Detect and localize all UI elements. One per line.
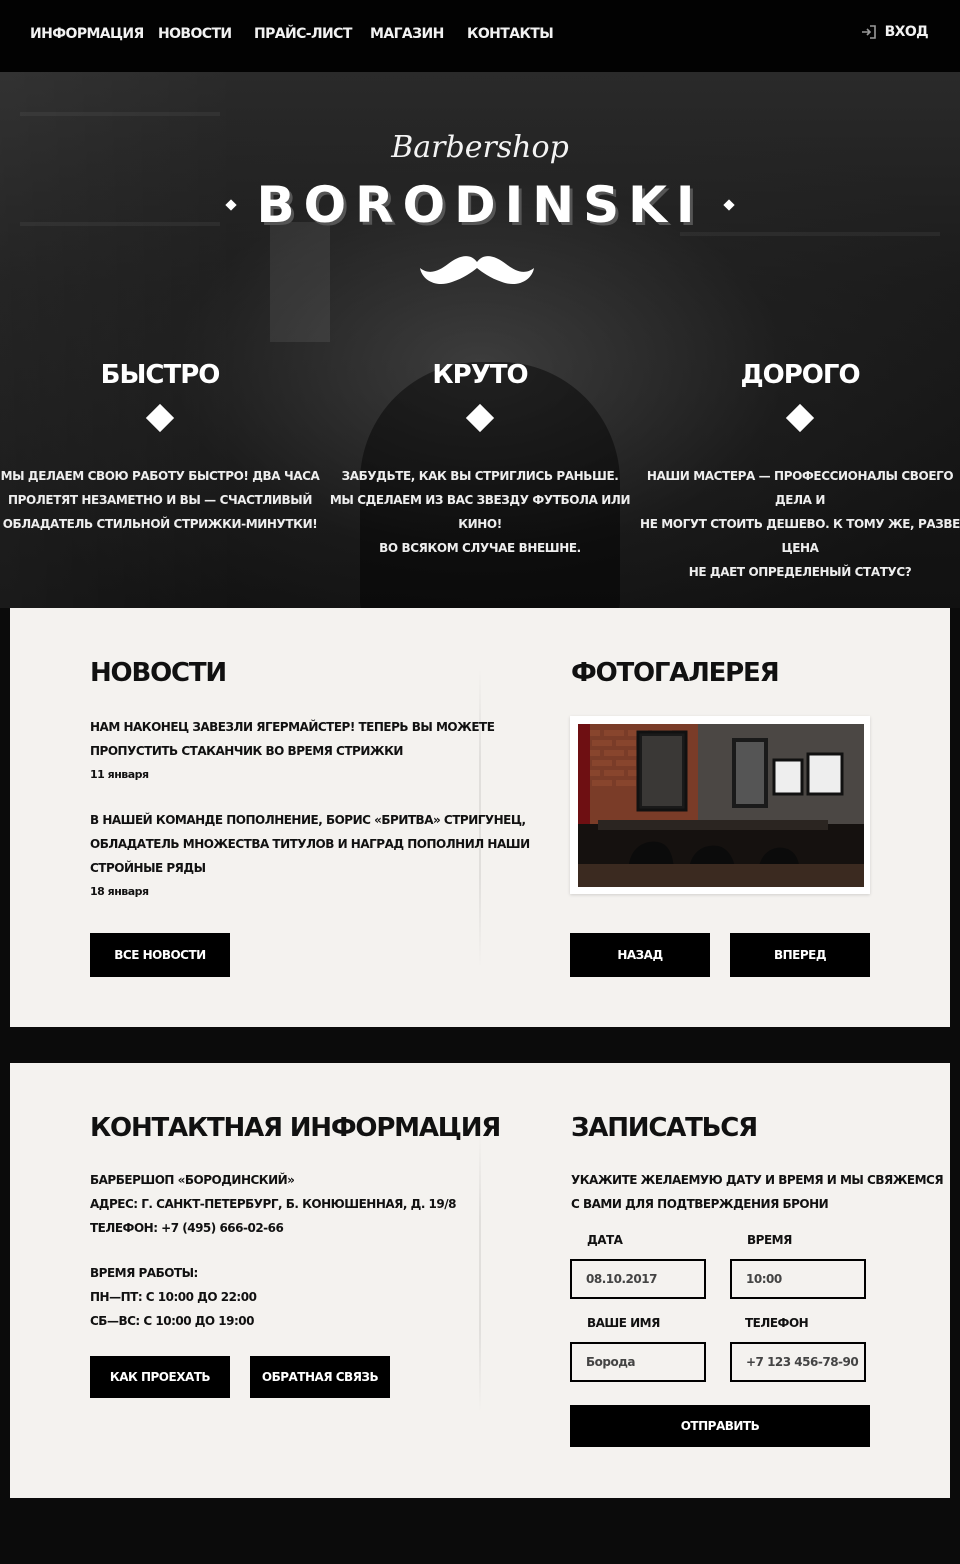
diamond-icon (145, 403, 175, 433)
feature-title: КРУТО (432, 360, 528, 390)
feature-text-line: МЫ СДЕЛАЕМ ИЗ ВАС ЗВЕЗДУ ФУТБОЛА ИЛИ КИН… (329, 493, 631, 531)
name-field[interactable] (570, 1342, 706, 1382)
feature-text: МЫ ДЕЛАЕМ СВОЮ РАБОТУ БЫСТРО! ДВА ЧАСА П… (0, 464, 320, 536)
news-title: НОВОСТИ (90, 658, 227, 688)
feature-text-line: ЗАБУДЬТЕ, КАК ВЫ СТРИГЛИСЬ РАНЬШЕ. (341, 469, 619, 483)
time-label: ВРЕМЯ (747, 1233, 792, 1247)
nav-item-shop[interactable]: МАГАЗИН (370, 26, 444, 42)
login-label: ВХОД (884, 24, 929, 40)
news-item-date: 18 января (90, 885, 149, 898)
news-item-text: СТРОЙНЫЕ РЯДЫ (90, 861, 206, 875)
news-item-text: ОБЛАДАТЕЛЬ МНОЖЕСТВА ТИТУЛОВ И НАГРАД ПО… (90, 837, 530, 851)
brand-logo-text: BORODINSKI (256, 176, 704, 234)
contacts-title: КОНТАКТНАЯ ИНФОРМАЦИЯ (90, 1113, 501, 1143)
route-button[interactable]: КАК ПРОЕХАТЬ (90, 1356, 230, 1398)
news-item-date: 11 января (90, 768, 149, 781)
feature-text-line: ПРОЛЕТЯТ НЕЗАМЕТНО И ВЫ — СЧАСТЛИВЫЙ (8, 493, 312, 507)
booking-title: ЗАПИСАТЬСЯ (571, 1113, 758, 1143)
nav-item-contacts[interactable]: КОНТАКТЫ (467, 26, 554, 42)
feature-title: БЫСТРО (100, 360, 221, 390)
feature-text-line: НЕ ДАЕТ ОПРЕДЕЛЕНЫЙ СТАТУС? (688, 565, 912, 579)
nav-item-price-list[interactable]: ПРАЙС-ЛИСТ (254, 26, 352, 42)
news-item-text: ПРОПУСТИТЬ СТАКАНЧИК ВО ВРЕМЯ СТРИЖКИ (90, 744, 403, 758)
brand-right-dot (723, 199, 736, 211)
submit-button[interactable]: ОТПРАВИТЬ (570, 1405, 870, 1447)
feature-expensive: ДОРОГО НАШИ МАСТЕРА — ПРОФЕССИОНАЛЫ СВОЕ… (640, 360, 960, 584)
time-field[interactable] (730, 1259, 866, 1299)
gallery-photo (578, 724, 864, 887)
hours-weekdays: ПН—ПТ: С 10:00 ДО 22:00 (90, 1290, 257, 1304)
feature-fast: БЫСТРО МЫ ДЕЛАЕМ СВОЮ РАБОТУ БЫСТРО! ДВА… (0, 360, 320, 536)
barbershop-interior-image (578, 724, 864, 887)
contacts-phone: ТЕЛЕФОН: +7 (495) 666-02-66 (90, 1221, 284, 1235)
brand-script-title: Barbershop (391, 130, 569, 165)
feature-text-line: НЕ МОГУТ СТОИТЬ ДЕШЕВО. К ТОМУ ЖЕ, РАЗВЕ… (640, 517, 960, 555)
contacts-hours: ВРЕМЯ РАБОТЫ: ПН—ПТ: С 10:00 ДО 22:00 СБ… (90, 1261, 257, 1333)
news-item-text: В НАШЕЙ КОМАНДЕ ПОПОЛНЕНИЕ, БОРИС «БРИТВ… (90, 813, 526, 827)
contacts-address: АДРЕС: Г. САНКТ-ПЕТЕРБУРГ, Б. КОНЮШЕННАЯ… (90, 1197, 457, 1211)
booking-intro-line: С ВАМИ ДЛЯ ПОДТВЕРЖДЕНИЯ БРОНИ (571, 1197, 829, 1211)
feedback-button[interactable]: ОБРАТНАЯ СВЯЗЬ (250, 1356, 390, 1398)
gallery-next-button[interactable]: ВПЕРЕД (730, 933, 870, 977)
feature-text-line: НАШИ МАСТЕРА — ПРОФЕССИОНАЛЫ СВОЕГО ДЕЛА… (646, 469, 954, 507)
nav-item-news[interactable]: НОВОСТИ (158, 26, 232, 42)
hours-heading: ВРЕМЯ РАБОТЫ: (90, 1266, 198, 1280)
mustache-icon (420, 256, 534, 285)
feature-text: ЗАБУДЬТЕ, КАК ВЫ СТРИГЛИСЬ РАНЬШЕ. МЫ СД… (320, 464, 640, 560)
nav-item-info[interactable]: ИНФОРМАЦИЯ (30, 26, 144, 42)
name-label: ВАШЕ ИМЯ (587, 1316, 660, 1330)
feature-text-line: МЫ ДЕЛАЕМ СВОЮ РАБОТУ БЫСТРО! ДВА ЧАСА (0, 469, 320, 483)
hero-background-frame (270, 222, 330, 342)
booking-intro: УКАЖИТЕ ЖЕЛАЕМУЮ ДАТУ И ВРЕМЯ И МЫ СВЯЖЕ… (571, 1168, 944, 1216)
contacts-details: БАРБЕРШОП «БОРОДИНСКИЙ» АДРЕС: Г. САНКТ-… (90, 1168, 457, 1240)
date-label: ДАТА (587, 1233, 623, 1247)
brand-left-dot (224, 199, 237, 211)
gallery-photo-frame (570, 716, 870, 894)
phone-label: ТЕЛЕФОН (745, 1316, 809, 1330)
login-icon (861, 25, 876, 39)
contacts-company-name: БАРБЕРШОП «БОРОДИНСКИЙ» (90, 1173, 295, 1187)
feature-cool: КРУТО ЗАБУДЬТЕ, КАК ВЫ СТРИГЛИСЬ РАНЬШЕ.… (320, 360, 640, 560)
contacts-booking-panel: КОНТАКТНАЯ ИНФОРМАЦИЯ БАРБЕРШОП «БОРОДИН… (10, 1063, 950, 1498)
hero-background-shelf (20, 112, 220, 116)
panel-divider (479, 1133, 481, 1413)
feature-title: ДОРОГО (740, 360, 860, 390)
feature-text-line: ОБЛАДАТЕЛЬ СТИЛЬНОЙ СТРИЖКИ-МИНУТКИ! (2, 517, 318, 531)
news-item: В НАШЕЙ КОМАНДЕ ПОПОЛНЕНИЕ, БОРИС «БРИТВ… (90, 808, 530, 904)
feature-text-line: ВО ВСЯКОМ СЛУЧАЕ ВНЕШНЕ. (379, 541, 581, 555)
brand-row: BORODINSKI (0, 176, 960, 234)
gallery-title: ФОТОГАЛЕРЕЯ (571, 658, 780, 688)
diamond-icon (465, 403, 495, 433)
gallery-prev-button[interactable]: НАЗАД (570, 933, 710, 977)
date-field[interactable] (570, 1259, 706, 1299)
news-item-text: НАМ НАКОНЕЦ ЗАВЕЗЛИ ЯГЕРМАЙСТЕР! ТЕПЕРЬ … (90, 720, 495, 734)
hero-banner: Barbershop BORODINSKI БЫСТРО МЫ ДЕЛАЕМ С… (0, 72, 960, 608)
hours-weekend: СБ—ВС: С 10:00 ДО 19:00 (90, 1314, 255, 1328)
top-navigation: ИНФОРМАЦИЯ НОВОСТИ ПРАЙС-ЛИСТ МАГАЗИН КО… (0, 0, 960, 72)
all-news-button[interactable]: ВСЕ НОВОСТИ (90, 933, 230, 977)
news-gallery-panel: НОВОСТИ НАМ НАКОНЕЦ ЗАВЕЗЛИ ЯГЕРМАЙСТЕР!… (10, 608, 950, 1027)
news-item: НАМ НАКОНЕЦ ЗАВЕЗЛИ ЯГЕРМАЙСТЕР! ТЕПЕРЬ … (90, 715, 495, 787)
login-button[interactable]: ВХОД (861, 24, 929, 40)
booking-intro-line: УКАЖИТЕ ЖЕЛАЕМУЮ ДАТУ И ВРЕМЯ И МЫ СВЯЖЕ… (571, 1173, 944, 1187)
diamond-icon (785, 403, 815, 433)
feature-text: НАШИ МАСТЕРА — ПРОФЕССИОНАЛЫ СВОЕГО ДЕЛА… (640, 464, 960, 584)
phone-field[interactable] (730, 1342, 866, 1382)
